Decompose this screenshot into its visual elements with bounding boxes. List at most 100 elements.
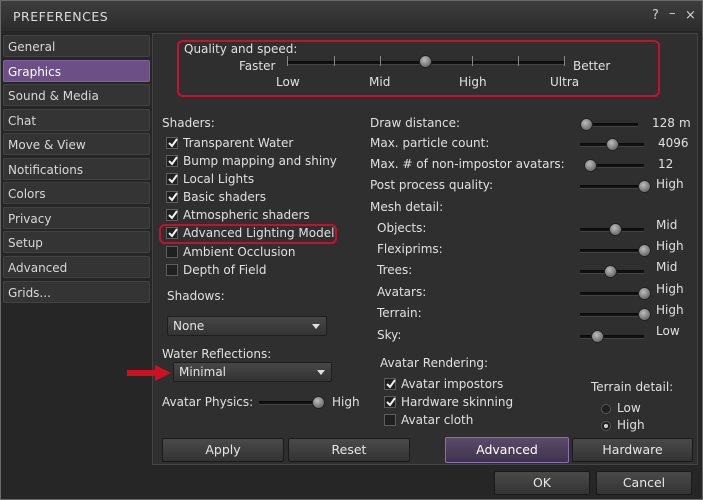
checkbox-label: Hardware skinning xyxy=(401,395,514,409)
particle-count-label: Max. particle count: xyxy=(370,136,490,150)
advanced-button[interactable]: Advanced xyxy=(445,437,569,463)
mesh-trees-label: Trees: xyxy=(377,263,413,277)
red-arrow-icon xyxy=(127,365,171,381)
post-process-value: High xyxy=(656,177,684,191)
tab-general[interactable]: General xyxy=(3,35,150,57)
tab-graphics[interactable]: Graphics xyxy=(3,60,150,82)
mesh-avatars-slider-track[interactable] xyxy=(580,292,644,296)
cancel-button[interactable]: Cancel xyxy=(596,471,692,495)
tab-move-view[interactable]: Move & View xyxy=(3,133,150,155)
particle-count-slider-knob[interactable] xyxy=(606,138,619,151)
tab-sound-media[interactable]: Sound & Media xyxy=(3,84,150,106)
quality-heading: Quality and speed: xyxy=(184,42,298,56)
water-reflections-dropdown[interactable]: Minimal xyxy=(173,362,332,382)
checkbox[interactable] xyxy=(166,137,178,149)
quality-tick xyxy=(287,56,288,66)
quality-tick xyxy=(380,56,381,66)
shadows-dropdown[interactable]: None xyxy=(167,316,327,336)
non-impostor-value: 12 xyxy=(658,157,674,171)
mesh-terrain-label: Terrain: xyxy=(377,306,422,320)
non-impostor-slider-knob[interactable] xyxy=(584,159,597,172)
water-reflections-value: Minimal xyxy=(179,365,227,379)
mesh-sky-slider-knob[interactable] xyxy=(591,330,604,343)
tab-privacy[interactable]: Privacy xyxy=(3,207,150,229)
draw-distance-label: Draw distance: xyxy=(370,116,461,130)
shadows-label: Shadows: xyxy=(167,289,225,303)
radio-button[interactable] xyxy=(601,421,611,431)
checkbox-label: Bump mapping and shiny xyxy=(183,154,337,168)
checkbox-label: Avatar impostors xyxy=(401,377,504,391)
mesh-trees-value: Mid xyxy=(656,260,678,274)
checkbox-label: Avatar cloth xyxy=(401,413,474,427)
non-impostor-label: Max. # of non-impostor avatars: xyxy=(370,157,565,171)
checkbox-label: Advanced Lighting Model xyxy=(183,226,335,240)
tab-colors[interactable]: Colors xyxy=(3,182,150,204)
avatar-physics-slider-knob[interactable] xyxy=(312,396,325,409)
close-icon[interactable]: × xyxy=(685,8,696,23)
mesh-sky-value: Low xyxy=(656,324,680,338)
post-process-slider-knob[interactable] xyxy=(638,180,651,193)
checkbox[interactable] xyxy=(166,173,178,185)
mesh-objects-slider-knob[interactable] xyxy=(609,223,622,236)
tab-advanced[interactable]: Advanced xyxy=(3,256,150,278)
mesh-avatars-slider-knob[interactable] xyxy=(638,287,651,300)
radio-label: High xyxy=(617,418,645,432)
help-icon[interactable]: ? xyxy=(652,8,659,23)
mesh-trees-slider-knob[interactable] xyxy=(604,265,617,278)
checkbox[interactable] xyxy=(166,191,178,203)
reset-button[interactable]: Reset xyxy=(288,438,410,462)
checkbox-label: Transparent Water xyxy=(183,136,294,150)
tab-grids[interactable]: Grids... xyxy=(3,281,150,303)
checkbox[interactable] xyxy=(166,264,178,276)
ok-button[interactable]: OK xyxy=(494,471,590,495)
mesh-objects-label: Objects: xyxy=(377,221,427,235)
mesh-terrain-slider-track[interactable] xyxy=(580,313,644,317)
tab-notifications[interactable]: Notifications xyxy=(3,158,150,180)
water-reflections-label: Water Reflections: xyxy=(162,347,272,361)
quality-tick xyxy=(518,56,519,66)
mesh-avatars-value: High xyxy=(656,282,684,296)
apply-button[interactable]: Apply xyxy=(162,438,284,462)
chevron-down-icon xyxy=(312,324,320,329)
checkbox[interactable] xyxy=(166,155,178,167)
mesh-terrain-slider-knob[interactable] xyxy=(638,308,651,321)
checkbox[interactable] xyxy=(166,246,178,258)
title-bar[interactable]: PREFERENCES ? – × xyxy=(1,1,702,31)
avatar-physics-value: High xyxy=(332,395,360,409)
shaders-heading: Shaders: xyxy=(162,116,215,130)
tab-setup[interactable]: Setup xyxy=(3,231,150,253)
radio-label: Low xyxy=(617,401,641,415)
quality-tick-high: High xyxy=(459,75,487,89)
mesh-sky-label: Sky: xyxy=(377,328,402,342)
terrain-detail-heading: Terrain detail: xyxy=(591,380,674,394)
hardware-button[interactable]: Hardware xyxy=(572,438,693,462)
quality-tick-ultra: Ultra xyxy=(550,75,580,89)
checkbox-label: Basic shaders xyxy=(183,190,266,204)
mesh-flexiprims-slider-track[interactable] xyxy=(580,249,644,253)
post-process-label: Post process quality: xyxy=(370,178,494,192)
checkbox[interactable] xyxy=(166,209,178,221)
draw-distance-slider-knob[interactable] xyxy=(580,118,593,131)
checkbox[interactable] xyxy=(384,378,396,390)
avatar-rendering-heading: Avatar Rendering: xyxy=(380,356,489,370)
quality-better-label: Better xyxy=(573,59,611,73)
mesh-detail-heading: Mesh detail: xyxy=(370,200,444,214)
mesh-sky-slider-track[interactable] xyxy=(580,335,644,339)
quality-tick xyxy=(472,56,473,66)
checkbox[interactable] xyxy=(384,414,396,426)
minimize-icon[interactable]: – xyxy=(669,6,676,21)
tab-chat[interactable]: Chat xyxy=(3,109,150,131)
post-process-slider-track[interactable] xyxy=(580,185,644,189)
quality-faster-label: Faster xyxy=(239,59,276,73)
particle-count-value: 4096 xyxy=(658,136,689,150)
checkbox-label: Ambient Occlusion xyxy=(183,245,296,259)
checkbox[interactable] xyxy=(384,396,396,408)
radio-button[interactable] xyxy=(601,404,611,414)
quality-tick-low: Low xyxy=(276,75,300,89)
mesh-objects-value: Mid xyxy=(656,218,678,232)
mesh-avatars-label: Avatars: xyxy=(377,285,427,299)
mesh-terrain-value: High xyxy=(656,303,684,317)
checkbox[interactable] xyxy=(166,227,178,239)
quality-slider-knob[interactable] xyxy=(419,55,432,68)
mesh-flexiprims-slider-knob[interactable] xyxy=(638,244,651,257)
